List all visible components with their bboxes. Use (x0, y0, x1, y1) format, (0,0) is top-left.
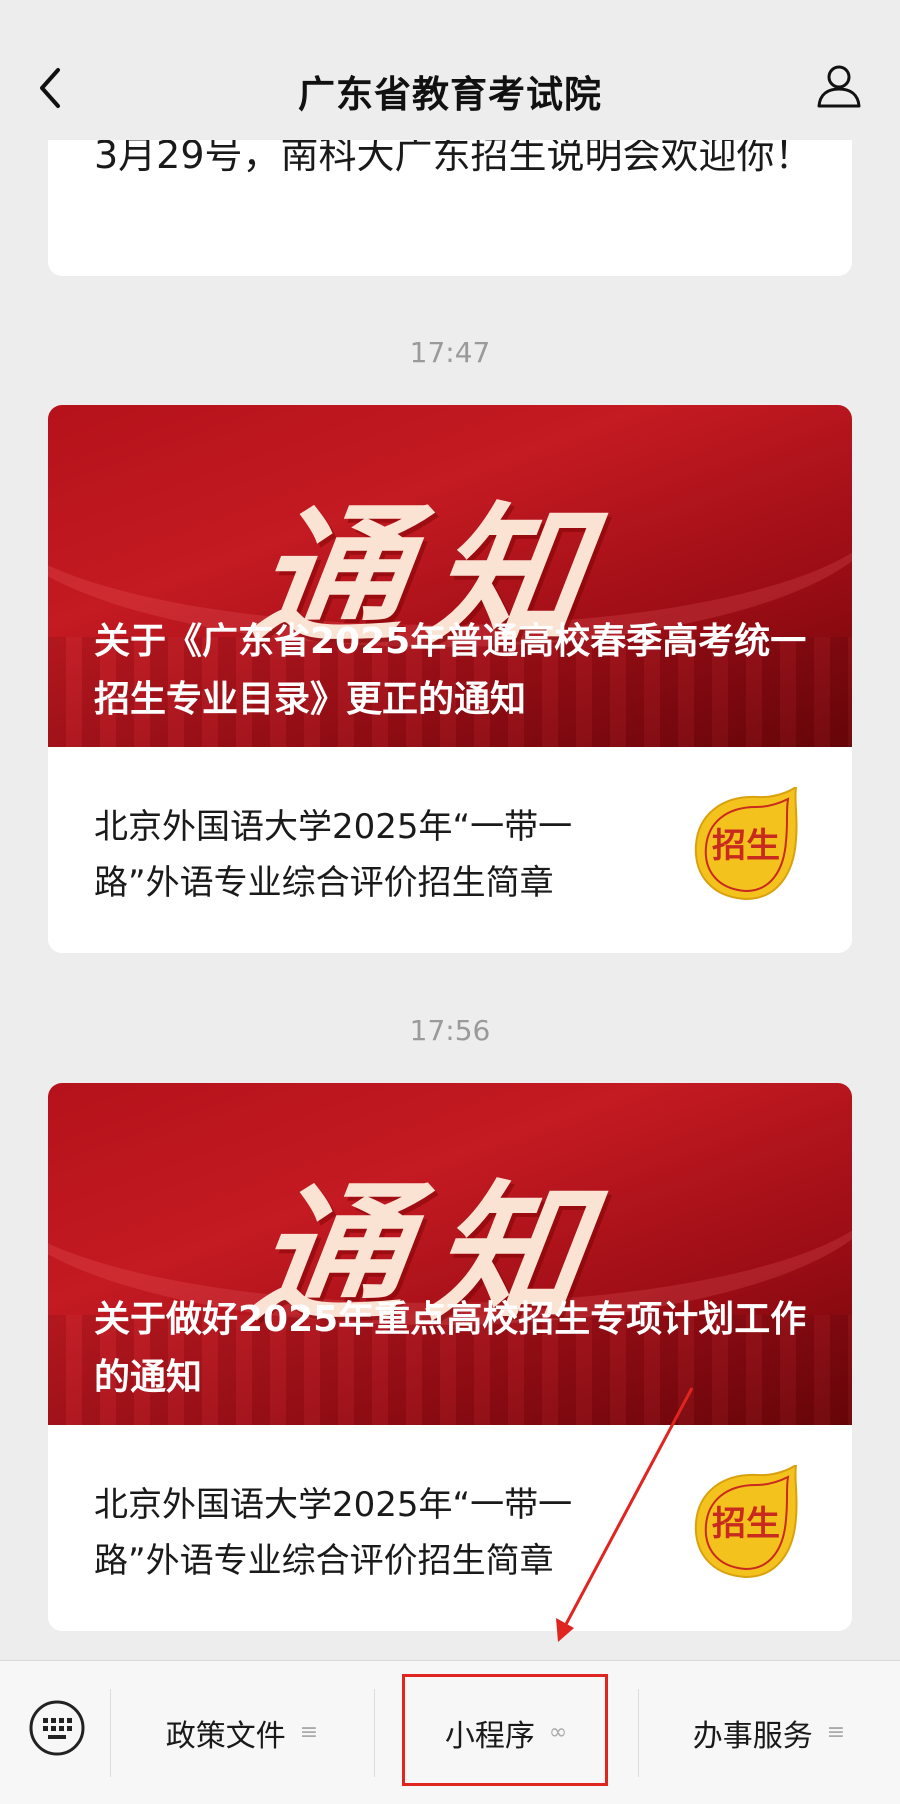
article-banner[interactable]: 通知 关于《广东省2025年普通高校春季高考统一招生专业目录》更正的通知 (48, 405, 852, 747)
article-card[interactable]: 通知 关于做好2025年重点高校招生专项计划工作的通知 北京外国语大学2025年… (48, 1083, 852, 1631)
keyboard-icon[interactable] (28, 1699, 86, 1757)
article-banner[interactable]: 通知 关于做好2025年重点高校招生专项计划工作的通知 (48, 1083, 852, 1425)
article-headline[interactable]: 关于《广东省2025年普通高校春季高考统一招生专业目录》更正的通知 (94, 613, 824, 729)
menu-label: 政策文件 (165, 1718, 286, 1754)
annotation-highlight-box (402, 1674, 608, 1786)
svg-text:招生: 招生 (712, 1504, 780, 1544)
message-timestamp: 17:56 (409, 1014, 491, 1047)
sub-article-title: 北京外国语大学2025年“一带一路”外语专业综合评价招生简章 (94, 1485, 573, 1581)
message-feed: 3月29号，南科大广东招生说明会欢迎你！ 17:47 通知 关于《广东省2025… (0, 0, 900, 1660)
sub-article-row[interactable]: 北京外国语大学2025年“一带一路”外语专业综合评价招生简章 招生 (48, 1425, 852, 1631)
menu-services[interactable]: 办事服务 ≡ (638, 1661, 900, 1804)
admissions-badge-icon: 招生 (694, 787, 798, 901)
sub-article-row[interactable]: 北京外国语大学2025年“一带一路”外语专业综合评价招生简章 招生 (48, 747, 852, 953)
submenu-icon: ≡ (299, 1720, 319, 1745)
menu-policy-documents[interactable]: 政策文件 ≡ (110, 1661, 374, 1804)
admissions-badge-icon: 招生 (694, 1465, 798, 1579)
account-title: 广东省教育考试院 (298, 73, 602, 116)
top-nav-bar: 广东省教育考试院 (0, 0, 900, 140)
submenu-icon: ≡ (826, 1720, 846, 1745)
message-timestamp: 17:47 (409, 336, 491, 369)
article-card[interactable]: 通知 关于《广东省2025年普通高校春季高考统一招生专业目录》更正的通知 北京外… (48, 405, 852, 953)
menu-label: 办事服务 (692, 1718, 813, 1754)
article-headline[interactable]: 关于做好2025年重点高校招生专项计划工作的通知 (94, 1291, 824, 1407)
sub-article-title: 北京外国语大学2025年“一带一路”外语专业综合评价招生简章 (94, 807, 573, 903)
profile-icon[interactable] (814, 60, 864, 110)
svg-text:招生: 招生 (712, 826, 780, 866)
